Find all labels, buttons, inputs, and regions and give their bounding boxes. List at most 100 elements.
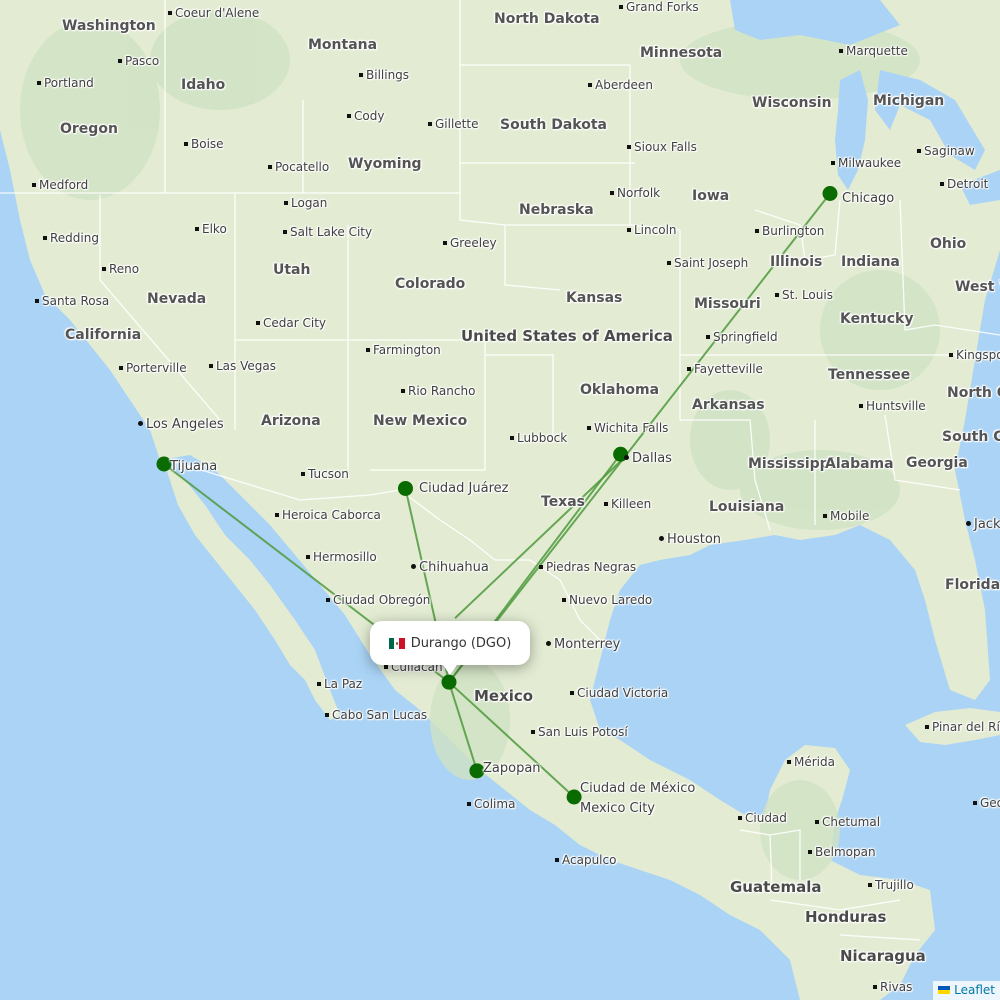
label-text: Acapulco	[562, 853, 617, 867]
label-text: Medford	[39, 178, 89, 192]
city-dot-icon	[384, 664, 388, 669]
label-text: Wichita Falls	[594, 421, 669, 435]
label-text: Nevada	[147, 291, 207, 307]
city-label: Acapulco	[555, 853, 616, 867]
label-text: Belmopan	[815, 845, 876, 859]
city-label: Medford	[32, 178, 88, 192]
label-text: Houston	[667, 532, 722, 547]
label-text: Iowa	[692, 188, 730, 204]
label-text: Portland	[44, 76, 94, 90]
label-text: Mexico	[474, 687, 534, 705]
label-text: North C	[947, 385, 1000, 401]
label-text: Texas	[541, 494, 585, 510]
region-label: Nebraska	[519, 202, 594, 218]
city-dot-icon	[347, 113, 351, 118]
label-text: Huntsville	[866, 399, 926, 413]
label-text: Zapopan	[483, 761, 541, 776]
region-label: Illinois	[770, 254, 822, 270]
city-label: Porterville	[119, 361, 187, 375]
label-text: Mississippi	[748, 456, 835, 472]
city-label: Lubbock	[510, 431, 567, 445]
city-label: Cody	[347, 109, 384, 123]
region-label: North C	[947, 385, 1000, 401]
label-text: Geo	[980, 796, 1000, 810]
city-dot-icon	[587, 425, 591, 430]
city-dot-icon	[775, 292, 779, 297]
city-dot-icon	[588, 82, 592, 87]
label-text: Rivas	[880, 980, 913, 994]
origin-airport-marker[interactable]	[441, 674, 457, 690]
city-dot-icon	[808, 849, 812, 854]
city-label: Colima	[467, 797, 515, 811]
label-text: Marquette	[846, 44, 908, 58]
label-text: Ciudad Obregón	[333, 593, 431, 607]
label-text: Nicaragua	[840, 947, 926, 965]
city-label: St. Louis	[775, 288, 833, 302]
label-text: Farmington	[373, 343, 441, 357]
label-text: Kentucky	[840, 311, 914, 327]
label-text: Burlington	[762, 224, 825, 238]
region-label: Arkansas	[692, 397, 765, 413]
city-label: Kingspo	[949, 348, 1000, 362]
airport-popup[interactable]: Durango (DGO)	[370, 621, 530, 665]
city-dot-icon	[428, 121, 432, 126]
label-text: Billings	[366, 68, 410, 82]
label-text: Chihuahua	[419, 560, 489, 575]
label-text: Washington	[62, 18, 156, 34]
city-label: Cedar City	[256, 316, 326, 330]
label-text: Nebraska	[519, 202, 594, 218]
airport-city-label: Zapopan	[483, 762, 541, 776]
label-text: Milwaukee	[838, 156, 902, 170]
city-dot-icon	[531, 729, 535, 734]
map-container[interactable]: United States of America Mexico Guatemala H…	[0, 0, 1000, 1000]
label-text: Honduras	[805, 908, 887, 926]
city-dot-icon	[868, 882, 872, 887]
city-label: Piedras Negras	[539, 560, 636, 574]
label-text: Reno	[109, 262, 140, 276]
label-text: Mobile	[830, 509, 870, 523]
label-text: Nuevo Laredo	[569, 593, 653, 607]
label-text: Tijuana	[170, 459, 218, 474]
region-label: Oklahoma	[580, 382, 659, 398]
label-text: Dallas	[632, 451, 672, 466]
region-label: Ohio	[930, 236, 966, 252]
city-label: Las Vegas	[209, 359, 276, 373]
region-label: New Mexico	[373, 413, 467, 429]
label-text: Trujillo	[875, 878, 914, 892]
city-dot-icon	[467, 801, 471, 806]
city-dot-icon	[624, 455, 629, 460]
city-dot-icon	[301, 471, 305, 476]
city-dot-icon	[610, 190, 614, 195]
label-text: Piedras Negras	[546, 560, 637, 574]
city-dot-icon	[411, 564, 416, 569]
label-text: Colima	[474, 797, 516, 811]
region-label: South Dakota	[500, 117, 607, 133]
popup-tip	[441, 662, 459, 675]
city-label: Grand Forks	[619, 0, 699, 14]
popup-airport-name: Durango (DGO)	[410, 635, 512, 651]
label-text: Killeen	[611, 497, 652, 511]
region-label: Oregon	[60, 121, 118, 137]
city-label: Detroit	[940, 177, 988, 191]
city-dot-icon	[815, 819, 819, 824]
destination-airport-marker[interactable]	[397, 480, 413, 496]
city-label: Farmington	[366, 343, 441, 357]
city-dot-icon	[325, 712, 329, 717]
city-label: Burlington	[755, 224, 824, 238]
destination-airport-marker[interactable]	[822, 186, 838, 202]
region-label: Nevada	[147, 291, 206, 307]
label-text: Michigan	[873, 93, 945, 109]
label-text: Heroica Caborca	[282, 508, 381, 522]
city-dot-icon	[102, 266, 106, 271]
leaflet-link[interactable]: Leaflet	[954, 983, 995, 997]
label-text: Hermosillo	[313, 550, 377, 564]
label-text: Lubbock	[517, 431, 568, 445]
map-attribution[interactable]: Leaflet	[933, 981, 1000, 1000]
region-label: Iowa	[692, 188, 729, 204]
label-text: Springfield	[713, 330, 778, 344]
city-dot-icon	[755, 228, 759, 233]
region-label: Minnesota	[640, 45, 722, 61]
label-text: St. Louis	[782, 288, 833, 302]
label-text: Ohio	[930, 236, 967, 252]
country-label: Guatemala	[730, 878, 821, 896]
